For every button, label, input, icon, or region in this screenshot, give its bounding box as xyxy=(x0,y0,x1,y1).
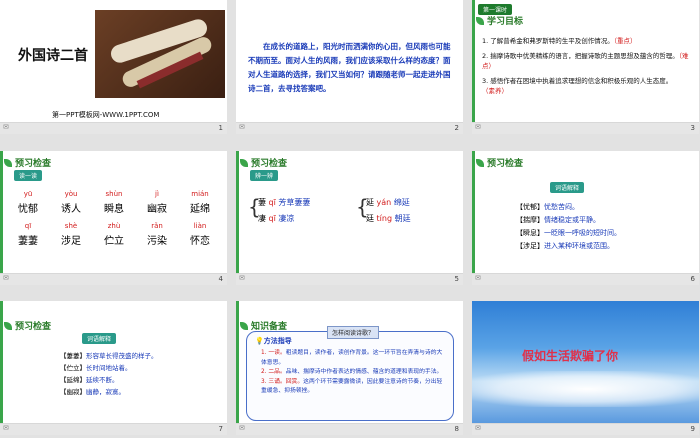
slide-8[interactable]: 知识备查 怎样阅读诗歌？ 💡方法指导 1. 一读。粗读题目，读作者，读创作背景。… xyxy=(236,301,463,435)
comment-icon: ✉ xyxy=(3,123,9,131)
slide-5[interactable]: 预习检查 辨一辨 { 萋 qī 芳草萋萋 凄 qī 凄凉 { 延 yán 绵延 … xyxy=(236,151,463,285)
slide-number: 9 xyxy=(690,425,695,433)
slide-2[interactable]: 在成长的道路上，阳光时而洒满你的心田，但风雨也可能不期而至。面对人生的风雨，我们… xyxy=(236,0,463,134)
slide-footer: ✉ 5 xyxy=(236,273,463,285)
leaf-icon xyxy=(4,321,12,330)
slide-6[interactable]: 预习检查 词语解释 【忧郁】忧愁苦闷。 【揣摩】情绪稳定或平静。 【瞬息】一眨眼… xyxy=(472,151,699,285)
slide-7[interactable]: 预习检查 词语解释 【萋萋】形容草长得茂盛的样子。 【伫立】长时间地站着。 【延… xyxy=(0,301,227,435)
slide-footer: ✉ 8 xyxy=(236,423,463,435)
comment-icon: ✉ xyxy=(239,274,245,282)
goal-list: 1. 了解普希金和弗罗斯特的生平及创作情况。（重点） 2. 揣摩诗歌中优美精练的… xyxy=(482,36,692,97)
slide-footer: ✉ 4 xyxy=(0,273,227,285)
slide-number: 1 xyxy=(218,124,223,132)
comment-icon: ✉ xyxy=(475,123,481,131)
explain-tag: 词语解释 xyxy=(550,182,585,193)
slide-number: 6 xyxy=(690,275,695,283)
slide-9-title: 假如生活欺骗了你 xyxy=(522,349,619,363)
word-group-a: { 萋 qī 芳草萋萋 凄 qī 凄凉 xyxy=(248,195,311,223)
definition-list: 【忧郁】忧愁苦闷。 【揣摩】情绪稳定或平静。 【瞬息】一眨眼一呼吸的短时间。 【… xyxy=(516,203,621,250)
leaf-icon xyxy=(240,158,248,167)
goal-item: 3. 感悟作者在困境中执着追求理想的信念和积极乐观的人生态度。（素养） xyxy=(482,76,673,96)
slide-footer: ✉ 2 xyxy=(236,122,463,134)
leaf-icon xyxy=(4,158,12,167)
slide-6-heading: 预习检查 xyxy=(476,156,523,169)
slide-number: 2 xyxy=(454,124,459,132)
slide-footer: ✉ 9 xyxy=(472,423,699,435)
pinyin-grid: yū 忧郁 yòu 诱人 shùn 瞬息 jì 幽寂 mián 延绵 qī 萋萋 shè 涉足… xyxy=(18,190,210,247)
comment-icon: ✉ xyxy=(239,123,245,131)
comment-icon: ✉ xyxy=(239,424,245,432)
comment-icon: ✉ xyxy=(475,274,481,282)
slide-1-footer-text: 第一PPT模板网-WWW.1PPT.COM xyxy=(52,111,160,119)
slide-footer: ✉ 3 xyxy=(472,122,699,134)
read-tag: 读一读 xyxy=(14,170,43,181)
slide-number: 8 xyxy=(454,425,459,433)
slide-9[interactable]: 假如生活欺骗了你 ✉ 9 xyxy=(472,301,699,435)
word-group-b: { 延 yán 绵延 廷 tíng 朝廷 xyxy=(356,195,411,223)
slide-3-heading: 学习目标 xyxy=(476,14,523,27)
comment-icon: ✉ xyxy=(3,424,9,432)
scroll-image xyxy=(95,10,225,98)
lightbulb-icon: 💡 xyxy=(255,337,264,345)
distinguish-tag: 辨一辨 xyxy=(250,170,279,181)
method-box: 怎样阅读诗歌？ 💡方法指导 1. 一读。粗读题目，读作者，读创作背景。这一环节旨… xyxy=(246,326,454,421)
method-label: 💡方法指导 xyxy=(255,337,292,345)
slide-footer: ✉ 7 xyxy=(0,423,227,435)
leaf-icon xyxy=(476,158,484,167)
method-box-title: 怎样阅读诗歌？ xyxy=(327,326,380,339)
definition-list: 【萋萋】形容草长得茂盛的样子。 【伫立】长时间地站着。 【延绵】延续不断。 【幽… xyxy=(60,352,158,396)
goal-item: 2. 揣摩诗歌中优美精练的语言，把握诗歌的主题思想及蕴含的哲理。（难点） xyxy=(482,51,689,71)
slide-2-body: 在成长的道路上，阳光时而洒满你的心田，但风雨也可能不期而至。面对人生的风雨，我们… xyxy=(248,42,451,93)
comment-icon: ✉ xyxy=(475,424,481,432)
slide-footer: ✉ 6 xyxy=(472,273,699,285)
slide-number: 3 xyxy=(690,124,695,132)
comment-icon: ✉ xyxy=(3,274,9,282)
slide-number: 4 xyxy=(218,275,223,283)
method-list: 1. 一读。粗读题目，读作者，读创作背景。这一环节旨在弄清与诗的大体意思。 2.… xyxy=(261,350,443,394)
leaf-icon xyxy=(476,16,484,25)
slide-7-heading: 预习检查 xyxy=(4,319,51,332)
slide-4[interactable]: 预习检查 读一读 yū 忧郁 yòu 诱人 shùn 瞬息 jì 幽寂 mián 延绵 q… xyxy=(0,151,227,285)
slide-3[interactable]: 第一课时 学习目标 1. 了解普希金和弗罗斯特的生平及创作情况。（重点） 2. … xyxy=(472,0,699,134)
explain-tag: 词语解释 xyxy=(82,333,117,344)
goal-item: 1. 了解普希金和弗罗斯特的生平及创作情况。（重点） xyxy=(482,37,637,45)
cloud-band xyxy=(472,371,699,407)
slide-1[interactable]: 外国诗二首 第一PPT模板网-WWW.1PPT.COM ✉ 1 xyxy=(0,0,227,134)
slide-number: 5 xyxy=(454,275,459,283)
slide-1-title: 外国诗二首 xyxy=(18,48,88,64)
slide-footer: ✉ 1 xyxy=(0,122,227,134)
slide-5-heading: 预习检查 xyxy=(240,156,287,169)
slide-number: 7 xyxy=(218,425,223,433)
leaf-icon xyxy=(240,321,248,330)
slide-4-heading: 预习检查 xyxy=(4,156,51,169)
